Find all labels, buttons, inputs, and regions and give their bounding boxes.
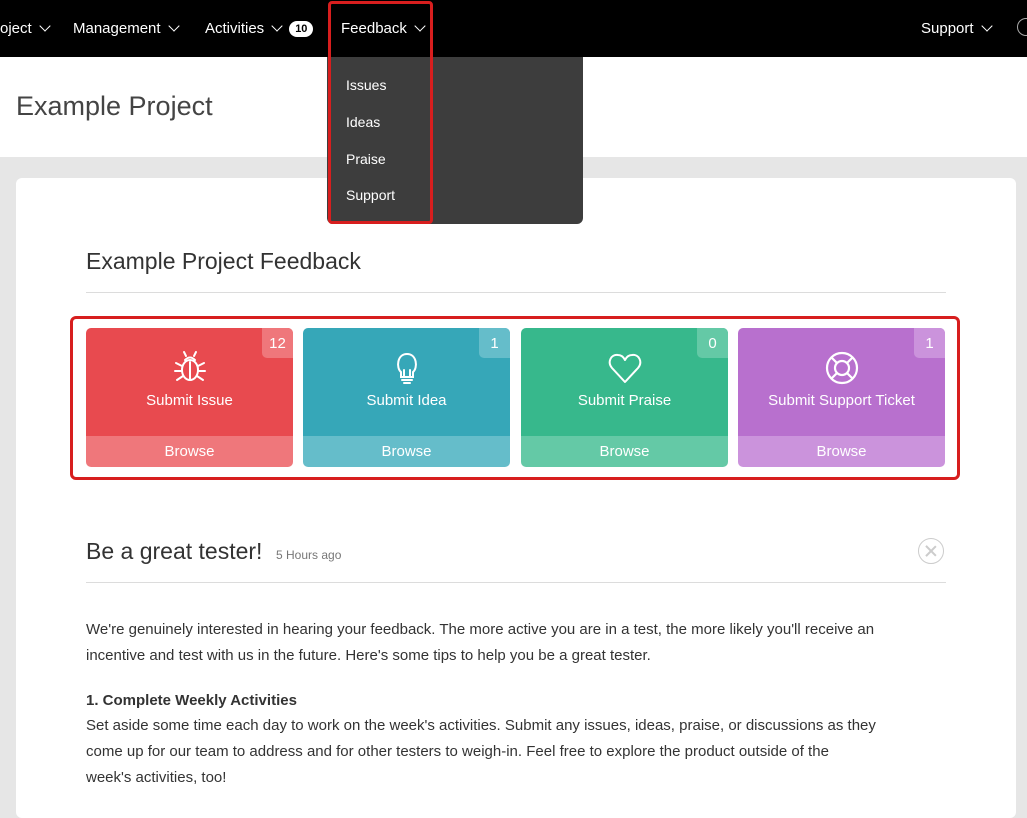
dropdown-item-support[interactable]: Support <box>346 187 395 203</box>
bug-icon <box>173 351 206 381</box>
praise-count-badge: 0 <box>697 328 728 358</box>
browse-issues-button[interactable]: Browse <box>86 436 293 467</box>
nav-item-label: oject <box>0 20 32 37</box>
nav-item-feedback[interactable]: Feedback <box>341 0 426 57</box>
chevron-down-icon <box>167 20 180 32</box>
post-paragraph-line: We're genuinely interested in hearing yo… <box>86 621 875 638</box>
nav-item-label: Feedback <box>341 20 407 37</box>
submit-issue-tile[interactable]: Submit Issue 12 Browse <box>86 328 293 467</box>
divider <box>86 582 946 583</box>
user-icon[interactable] <box>1017 18 1027 36</box>
post-paragraph-line: week's activities, too! <box>86 769 227 786</box>
post-paragraph-line: incentive and test with us in the future… <box>86 647 651 664</box>
heart-icon <box>608 353 641 383</box>
submit-praise-button[interactable]: Submit Praise 0 <box>521 328 728 436</box>
chevron-down-icon <box>271 20 283 32</box>
dropdown-item-issues[interactable]: Issues <box>346 77 386 93</box>
post-paragraph-line: Set aside some time each day to work on … <box>86 717 876 734</box>
submit-support-ticket-tile[interactable]: Submit Support Ticket 1 Browse <box>738 328 945 467</box>
chevron-down-icon <box>414 20 426 32</box>
tile-label: Submit Idea <box>366 392 447 409</box>
nav-item-label: Management <box>73 20 161 37</box>
activities-count-badge: 10 <box>289 20 314 37</box>
submit-praise-tile[interactable]: Submit Praise 0 Browse <box>521 328 728 467</box>
nav-item-label: Support <box>921 20 974 37</box>
chevron-down-icon <box>39 20 51 32</box>
nav-item-activities[interactable]: Activities 10 <box>205 0 314 57</box>
lightbulb-icon <box>396 352 417 384</box>
post-title: Be a great tester! <box>86 538 263 564</box>
nav-item-support[interactable]: Support <box>921 0 993 57</box>
support-ticket-count-badge: 1 <box>914 328 945 358</box>
tile-label: Submit Issue <box>146 392 233 409</box>
top-nav: oject Management Activities 10 Feedback … <box>0 0 1027 57</box>
tile-label: Submit Support Ticket <box>768 392 915 409</box>
lifebuoy-icon <box>825 351 858 385</box>
submit-idea-tile[interactable]: Submit Idea 1 Browse <box>303 328 510 467</box>
divider <box>86 292 946 293</box>
chevron-down-icon <box>980 20 993 32</box>
feedback-card: Example Project Feedback Submit Issue 12… <box>16 178 1016 818</box>
submit-idea-button[interactable]: Submit Idea 1 <box>303 328 510 436</box>
issue-count-badge: 12 <box>262 328 293 358</box>
section-title: Example Project Feedback <box>86 248 361 274</box>
tile-label: Submit Praise <box>577 392 672 409</box>
post-heading: 1. Complete Weekly Activities <box>86 692 297 709</box>
dropdown-item-praise[interactable]: Praise <box>346 151 386 167</box>
submit-issue-button[interactable]: Submit Issue 12 <box>86 328 293 436</box>
close-icon[interactable] <box>918 538 944 564</box>
browse-ideas-button[interactable]: Browse <box>303 436 510 467</box>
nav-item-label: Activities <box>205 20 265 37</box>
idea-count-badge: 1 <box>479 328 510 358</box>
post-paragraph-line: come up for our team to address and for … <box>86 743 829 760</box>
nav-item-management[interactable]: Management <box>73 0 180 57</box>
browse-support-tickets-button[interactable]: Browse <box>738 436 945 467</box>
feedback-dropdown-menu: Issues Ideas Praise Support <box>327 57 583 224</box>
dropdown-item-ideas[interactable]: Ideas <box>346 114 380 130</box>
page-title: Example Project <box>16 91 213 121</box>
post-timestamp: 5 Hours ago <box>276 548 342 562</box>
nav-item-project[interactable]: oject <box>0 0 51 57</box>
submit-support-ticket-button[interactable]: Submit Support Ticket 1 <box>738 328 945 436</box>
browse-praise-button[interactable]: Browse <box>521 436 728 467</box>
